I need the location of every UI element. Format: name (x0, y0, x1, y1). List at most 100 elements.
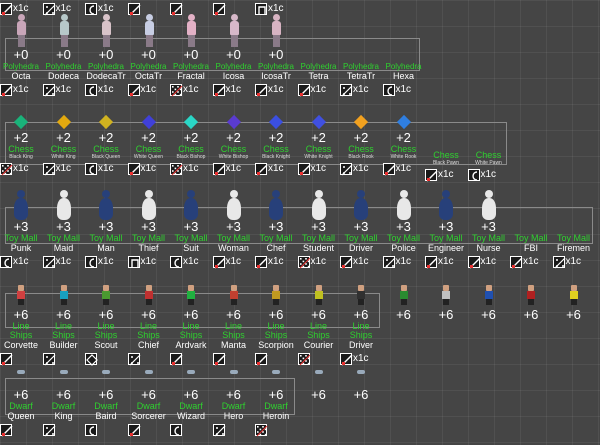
card-c-icon[interactable] (170, 255, 182, 268)
card-x-icon[interactable] (127, 162, 140, 176)
top-item[interactable] (127, 0, 170, 16)
dwarf-item[interactable]: +6 (340, 368, 382, 421)
card-c-icon[interactable] (85, 83, 97, 96)
polyhedra-item[interactable]: +0 Polyhedra Dodeca x1c (42, 14, 85, 97)
card-x-icon[interactable] (212, 255, 225, 269)
card-grid-icon[interactable] (382, 255, 395, 269)
polyhedra-item[interactable]: Polyhedra TetraTr x1c (340, 14, 382, 97)
chess-item[interactable]: +2 Chess White Queen x1c (127, 111, 170, 176)
top-item[interactable] (170, 0, 212, 16)
toymall-item[interactable]: +3 Toy Mall Punk x1c (0, 190, 42, 268)
top-item[interactable]: x1c (42, 0, 85, 16)
card-x-icon[interactable] (255, 83, 268, 97)
chess-item[interactable]: +2 Chess Black Knight x1c (255, 111, 297, 176)
card-x-icon[interactable] (212, 2, 225, 16)
dwarf-item[interactable]: +6 Dwarf Hero (212, 368, 255, 437)
lineships-item[interactable]: +6 (425, 285, 467, 341)
card-x-icon[interactable] (212, 162, 225, 176)
card-grid-icon[interactable] (42, 2, 55, 16)
toymall-item[interactable]: +3 Toy Mall Woman x1c (212, 190, 255, 269)
card-dots-icon[interactable] (0, 162, 13, 176)
dwarf-item[interactable]: +6 Dwarf Baird (85, 368, 127, 436)
lineships-item[interactable]: +6 Line Ships Builder (42, 285, 85, 366)
toymall-item[interactable]: +3 Toy Mall Suit x1c (170, 190, 212, 268)
lineships-item[interactable]: +6 Line Ships Courier (297, 285, 340, 366)
card-x-icon[interactable] (425, 255, 438, 269)
toymall-item[interactable]: +3 Toy Mall Thief x1c (127, 190, 170, 268)
toymall-item[interactable]: +3 Toy Mall Student x1c (297, 190, 340, 269)
chess-item[interactable]: +2 Chess White King x1c (42, 111, 85, 176)
lineships-item[interactable]: +6 Line Ships Scout (85, 285, 127, 366)
card-grid-icon[interactable] (42, 83, 55, 97)
lineships-item[interactable]: +6 (468, 285, 510, 341)
polyhedra-item[interactable]: Polyhedra Hexa x1c (382, 14, 425, 96)
card-c-icon[interactable] (85, 162, 97, 175)
card-x-icon[interactable] (0, 423, 13, 437)
chess-item[interactable]: Chess White Pawn x1c (467, 111, 510, 181)
card-x-icon[interactable] (170, 352, 183, 366)
card-x-icon[interactable] (340, 352, 353, 366)
dwarf-item[interactable]: +6 (298, 368, 340, 421)
lineships-item[interactable]: +6 Line Ships Chief (127, 285, 170, 366)
toymall-item[interactable]: +3 Toy Mall Engineer x1c (425, 190, 467, 269)
card-grid-icon[interactable] (42, 162, 55, 176)
toymall-item[interactable]: Toy Mall Firemen x1c (552, 190, 595, 269)
toymall-item[interactable]: +3 Toy Mall Nurse x1c (467, 190, 510, 269)
lineships-item[interactable]: +6 (383, 285, 425, 341)
polyhedra-item[interactable]: +0 Polyhedra IcosaTr x1c (255, 14, 297, 97)
card-c-icon[interactable] (382, 83, 395, 96)
card-x-icon[interactable] (255, 255, 268, 269)
card-grid-icon[interactable] (42, 255, 55, 269)
toymall-item[interactable]: +3 Toy Mall Police x1c (382, 190, 425, 269)
toymall-item[interactable]: +3 Toy Mall Chef x1c (255, 190, 297, 269)
card-n-icon[interactable] (255, 2, 267, 15)
card-c-icon[interactable] (0, 255, 12, 268)
chess-item[interactable]: +2 Chess White Bishop x1c (212, 111, 255, 176)
card-c-icon[interactable] (85, 423, 97, 436)
toymall-item[interactable]: Toy Mall FBI x1c (510, 190, 552, 269)
card-d-icon[interactable] (85, 352, 98, 366)
lineships-item[interactable]: +6 Line Ships Manta (212, 285, 255, 366)
card-x-icon[interactable] (170, 2, 183, 16)
card-x-icon[interactable] (382, 162, 395, 176)
card-grid-icon[interactable] (212, 423, 225, 437)
card-x-icon[interactable] (297, 83, 310, 97)
card-x-icon[interactable] (127, 423, 140, 437)
card-grid-icon[interactable] (42, 352, 55, 366)
dwarf-item[interactable]: +6 Dwarf Queen (0, 368, 42, 437)
polyhedra-item[interactable]: Polyhedra Tetra x1c (297, 14, 340, 97)
card-x-icon[interactable] (212, 83, 225, 97)
lineships-item[interactable]: +6 (510, 285, 552, 341)
card-dots-icon[interactable] (297, 352, 310, 366)
top-item[interactable]: x1c (85, 0, 127, 15)
lineships-item[interactable]: +6 Line Ships Scorpion (255, 285, 297, 366)
card-c-icon[interactable] (85, 255, 97, 268)
lineships-item[interactable]: +6 Line Ships Driver x1c (340, 285, 382, 366)
card-x-icon[interactable] (510, 255, 523, 269)
top-item[interactable]: x1c (255, 0, 297, 15)
card-grid-icon[interactable] (42, 423, 55, 437)
polyhedra-item[interactable]: +0 Polyhedra OctaTr x1c (127, 14, 170, 97)
dwarf-item[interactable]: +6 Dwarf Wizard (170, 368, 212, 436)
card-grid-icon[interactable] (340, 83, 353, 97)
toymall-item[interactable]: +3 Toy Mall Maid x1c (42, 190, 85, 269)
card-x-icon[interactable] (0, 2, 13, 16)
card-grid-icon[interactable] (340, 162, 353, 176)
card-x-icon[interactable] (425, 168, 438, 182)
chess-item[interactable]: +2 Chess Black King x1c (0, 111, 42, 176)
card-grid-icon[interactable] (127, 352, 140, 366)
card-grid-icon[interactable] (552, 255, 565, 269)
dwarf-item[interactable]: +6 Dwarf Heroin (255, 368, 297, 437)
chess-item[interactable]: +2 Chess White Rook x1c (382, 111, 425, 176)
card-dots-icon[interactable] (297, 255, 310, 269)
card-n-icon[interactable] (127, 255, 140, 268)
lineships-item[interactable]: +6 Line Ships Ardvark (170, 285, 212, 366)
card-c-icon[interactable] (467, 168, 480, 181)
card-c-icon[interactable] (170, 423, 182, 436)
card-x-icon[interactable] (0, 83, 13, 97)
dwarf-item[interactable]: +6 Dwarf Sorcerer (127, 368, 170, 437)
polyhedra-item[interactable]: +0 Polyhedra Fractal x1c (170, 14, 212, 97)
toymall-item[interactable]: +3 Toy Mall Driver x1c (340, 190, 382, 269)
top-item[interactable]: x1c (0, 0, 42, 16)
card-x-icon[interactable] (255, 352, 268, 366)
